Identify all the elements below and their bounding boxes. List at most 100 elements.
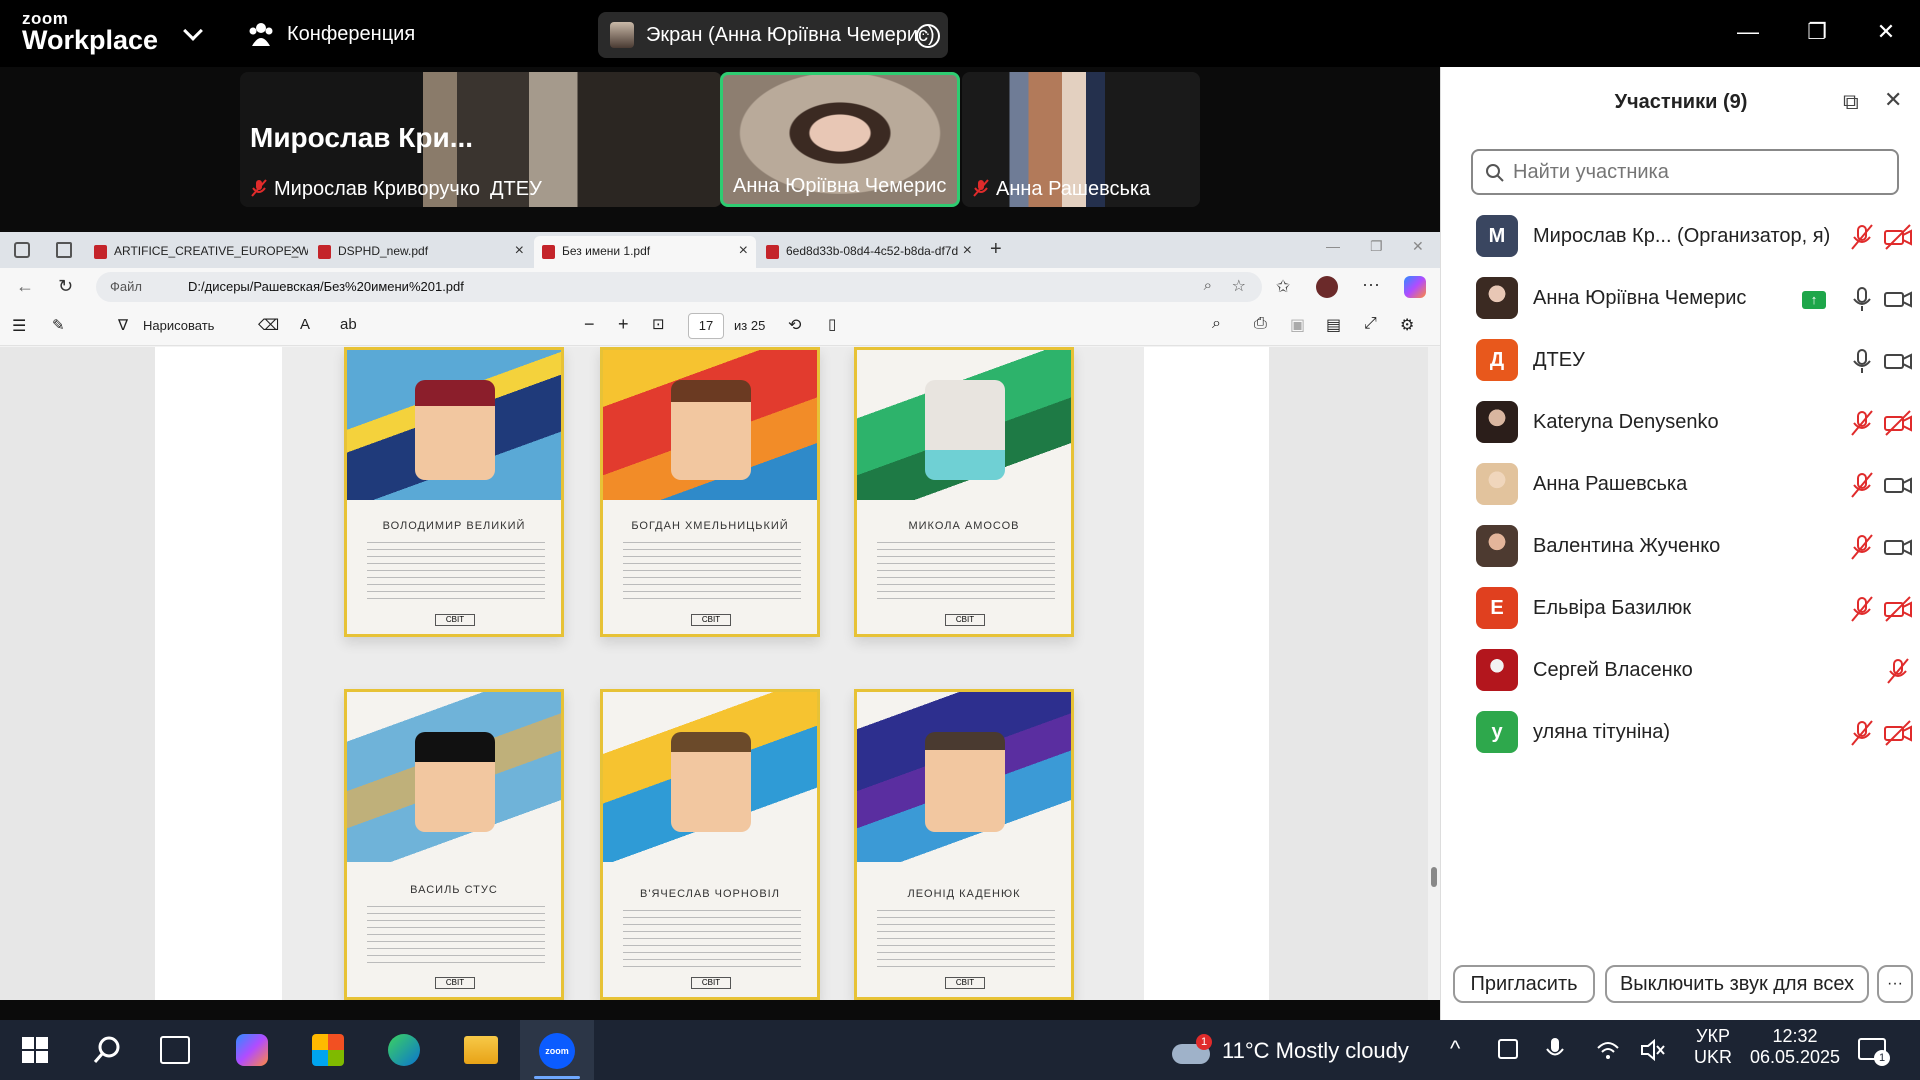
tab-dsphd[interactable]: DSPHD_new.pdf × — [310, 236, 532, 268]
mute-all-button[interactable]: Выключить звук для всех — [1605, 965, 1869, 1003]
video-off-icon[interactable] — [1883, 595, 1913, 623]
mic-off-icon[interactable] — [1847, 223, 1877, 251]
mic-off-icon[interactable] — [1847, 719, 1877, 747]
close-tab-icon[interactable]: × — [963, 242, 972, 260]
zoom-taskbar-button[interactable]: zoom — [520, 1020, 594, 1080]
save-as-icon[interactable]: ▤ — [1326, 315, 1341, 335]
close-tab-icon[interactable]: × — [515, 242, 524, 260]
video-tile-myroslav[interactable]: Мирослав Кри... Мирослав Криворучко ДТЕУ — [240, 72, 722, 207]
mic-on-icon[interactable] — [1847, 285, 1877, 313]
participant-row[interactable]: Д ДТЕУ — [1441, 331, 1920, 393]
weather-icon[interactable]: 1 — [1172, 1034, 1212, 1064]
pdf-scrollbar[interactable] — [1428, 347, 1440, 1000]
participant-row[interactable]: Сергей Власенко — [1441, 641, 1920, 703]
back-arrow-icon[interactable]: ← — [16, 276, 34, 297]
page-number-input[interactable]: 17 — [688, 313, 724, 339]
show-hidden-icons-chevron-icon[interactable]: ^ — [1450, 1036, 1460, 1062]
browser-close-button[interactable]: ✕ — [1412, 238, 1424, 255]
input-language[interactable]: УКР UKR — [1688, 1026, 1738, 1068]
highlight-icon[interactable]: ✎ — [52, 316, 65, 334]
close-window-button[interactable]: ✕ — [1866, 12, 1906, 52]
task-view-icon[interactable] — [160, 1036, 190, 1064]
more-options-icon[interactable]: ··· — [916, 24, 940, 48]
participant-row[interactable]: у уляна тітуніна) — [1441, 703, 1920, 765]
participant-row[interactable]: Е Ельвіра Базилюк — [1441, 579, 1920, 641]
video-on-icon[interactable] — [1883, 471, 1913, 499]
zoom-out-button[interactable]: − — [584, 314, 595, 335]
print-icon[interactable]: ⎙ — [1254, 315, 1267, 333]
tab-bez-imeni[interactable]: Без имени 1.pdf × — [534, 236, 756, 268]
settings-more-icon[interactable]: ··· — [1362, 274, 1380, 295]
copilot-icon[interactable] — [1404, 276, 1426, 298]
mic-off-icon[interactable] — [1847, 471, 1877, 499]
video-off-icon[interactable] — [1883, 719, 1913, 747]
search-icon[interactable] — [92, 1035, 122, 1065]
clock[interactable]: 12:32 06.05.2025 — [1740, 1026, 1850, 1068]
zoom-magnifier-icon[interactable]: ⌕ — [1204, 277, 1212, 294]
file-explorer-icon[interactable] — [464, 1036, 498, 1064]
fit-page-icon[interactable]: ⊡ — [652, 315, 665, 333]
read-aloud-icon[interactable]: A — [300, 316, 310, 333]
participant-row[interactable]: М Мирослав Кр... (Организатор, я) — [1441, 207, 1920, 269]
profile-avatar[interactable] — [1316, 276, 1338, 298]
pop-out-icon[interactable]: ⧉ — [1843, 89, 1859, 115]
video-off-icon[interactable] — [1883, 223, 1913, 251]
minimize-button[interactable]: — — [1728, 12, 1768, 52]
video-on-icon[interactable] — [1883, 285, 1913, 313]
refresh-icon[interactable]: ↻ — [58, 276, 73, 297]
favorites-icon[interactable]: ✩ — [1276, 277, 1290, 297]
eraser-icon[interactable]: ⌫ — [258, 316, 279, 334]
pdf-settings-icon[interactable]: ⚙ — [1400, 315, 1414, 335]
address-bar[interactable]: Файл D:/дисеры/Рашевская/Без%20имени%201… — [96, 272, 1262, 302]
participant-row[interactable]: Анна Юріївна Чемерис ↑ — [1441, 269, 1920, 331]
edge-browser-icon[interactable] — [388, 1034, 420, 1066]
more-options-button[interactable]: ··· — [1877, 965, 1913, 1003]
new-tab-button[interactable]: + — [990, 238, 1002, 261]
search-input[interactable] — [1513, 161, 1893, 184]
participant-row[interactable]: Анна Рашевська — [1441, 455, 1920, 517]
participant-search[interactable] — [1471, 149, 1899, 195]
contents-list-icon[interactable]: ☰ — [12, 316, 26, 336]
tab-6ed8d33b[interactable]: 6ed8d33b-08d4-4c52-b8da-df7d × — [758, 236, 980, 268]
save-icon[interactable]: ▣ — [1290, 315, 1305, 335]
zoom-in-button[interactable]: + — [618, 314, 629, 335]
file-info-label[interactable]: Файл — [110, 279, 142, 294]
draw-pen-icon[interactable]: ∇ — [118, 316, 128, 334]
screen-share-indicator[interactable]: Экран (Анна Юріївна Чемерис) ··· — [598, 12, 948, 58]
mic-off-icon[interactable] — [1847, 595, 1877, 623]
tab-actions-icon[interactable] — [56, 242, 72, 258]
draw-button[interactable]: Нарисовать — [143, 318, 214, 333]
close-tab-icon[interactable]: × — [291, 242, 300, 260]
video-on-icon[interactable] — [1883, 533, 1913, 561]
video-on-icon[interactable] — [1883, 347, 1913, 375]
close-tab-icon[interactable]: × — [739, 242, 748, 260]
rotate-icon[interactable]: ⟲ — [788, 315, 801, 335]
mic-on-icon[interactable] — [1847, 347, 1877, 375]
mic-off-icon[interactable] — [1883, 657, 1913, 685]
meeting-title[interactable]: Конференция — [287, 23, 415, 46]
workspaces-icon[interactable] — [14, 242, 30, 258]
video-off-icon[interactable] — [1883, 409, 1913, 437]
address-url[interactable]: D:/дисеры/Рашевская/Без%20имени%201.pdf — [188, 279, 464, 294]
tab-artifice[interactable]: ARTIFICE_CREATIVE_EUROPE_WP × — [86, 236, 308, 268]
close-panel-icon[interactable]: ✕ — [1884, 87, 1902, 113]
browser-maximize-button[interactable]: ❐ — [1370, 238, 1383, 255]
microsoft-store-icon[interactable] — [312, 1034, 344, 1066]
notifications-icon[interactable]: 1 — [1858, 1038, 1890, 1066]
fullscreen-icon[interactable]: ⤢ — [1364, 315, 1377, 333]
network-icon[interactable] — [1596, 1040, 1620, 1060]
chevron-down-icon[interactable] — [183, 21, 203, 41]
microphone-icon[interactable] — [1545, 1036, 1565, 1064]
speaker-muted-icon[interactable] — [1640, 1038, 1666, 1062]
mic-off-icon[interactable] — [1847, 533, 1877, 561]
search-icon[interactable]: ⌕ — [1212, 315, 1221, 333]
pdf-viewport[interactable]: ВОЛОДИМИР ВЕЛИКИЙ СВІТ БОГДАН ХМЕЛЬНИЦЬК… — [0, 347, 1440, 1000]
weather-text[interactable]: 11°C Mostly cloudy — [1222, 1038, 1409, 1064]
scrollbar-thumb[interactable] — [1431, 867, 1437, 887]
video-tile-anna-chemerys[interactable]: Анна Юріївна Чемерис — [720, 72, 960, 207]
participant-row[interactable]: Валентина Жученко — [1441, 517, 1920, 579]
favorite-star-icon[interactable]: ☆ — [1232, 276, 1246, 296]
restore-button[interactable]: ❐ — [1797, 12, 1837, 52]
browser-minimize-button[interactable]: — — [1326, 238, 1340, 254]
meeting-tray-icon[interactable] — [1498, 1039, 1518, 1059]
